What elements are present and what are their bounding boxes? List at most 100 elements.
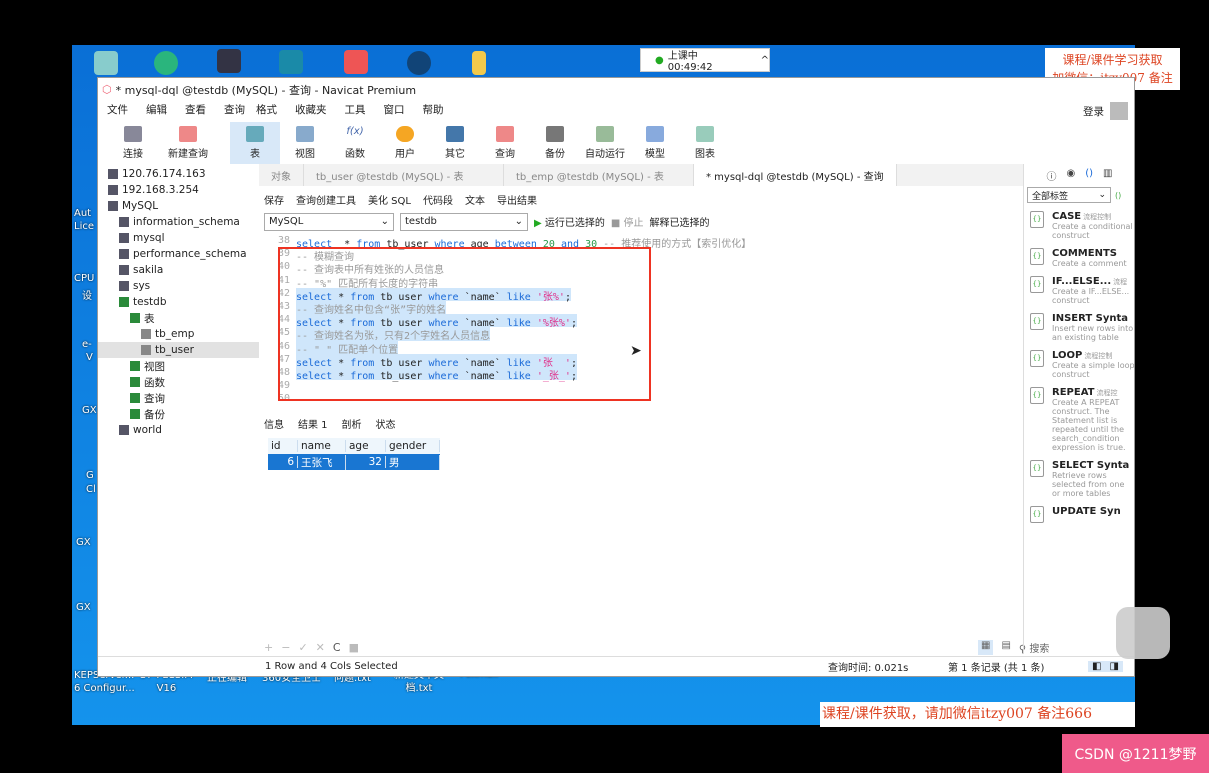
cancel-icon[interactable]: ✕ <box>316 641 325 654</box>
app-icon[interactable] <box>279 50 303 74</box>
tree-item[interactable]: 表 <box>98 310 259 326</box>
explain-selected-button[interactable]: 解释已选择的 <box>650 214 710 229</box>
tab-tb-emp[interactable]: tb_emp @testdb (MySQL) - 表 <box>504 164 694 186</box>
table-row[interactable]: 6 王张飞 32 男 <box>268 454 440 470</box>
menu-file[interactable]: 文件 <box>98 102 137 122</box>
tree-item[interactable]: 视图 <box>98 358 259 374</box>
table-cell[interactable]: 王张飞 <box>298 454 346 470</box>
delete-row-icon[interactable]: − <box>281 641 290 654</box>
database-select[interactable]: testdb ⌄ <box>400 212 528 231</box>
tree-item[interactable]: 函数 <box>98 374 259 390</box>
tree-item[interactable]: tb_emp <box>98 326 259 342</box>
query-builder-button[interactable]: 查询创建工具 <box>296 192 356 207</box>
tree-item[interactable]: information_schema <box>98 214 259 230</box>
menu-help[interactable]: 帮助 <box>414 102 453 122</box>
snippet-item[interactable]: {} LOOP 流程控制 Create a simple loop construct <box>1030 350 1135 379</box>
table-button[interactable]: 表 <box>230 122 280 164</box>
connection-select[interactable]: MySQL ⌄ <box>264 212 394 231</box>
desktop-label[interactable]: 设 <box>82 287 92 302</box>
chart-button[interactable]: 图表 <box>680 122 730 164</box>
tab-profile[interactable]: 剖析 <box>342 416 362 431</box>
snippet-icon[interactable]: () <box>1085 168 1093 183</box>
tree-item[interactable]: performance_schema <box>98 246 259 262</box>
new-query-button[interactable]: 新建查询 <box>158 122 218 164</box>
connect-button[interactable]: 连接 <box>108 122 158 164</box>
video-play-button[interactable] <box>1116 607 1170 659</box>
snippet-item[interactable]: {} SELECT Synta Retrieve rows selected fro… <box>1030 460 1135 498</box>
beautify-sql-button[interactable]: 美化 SQL <box>368 192 411 207</box>
avatar[interactable] <box>1110 102 1128 120</box>
table-cell[interactable]: 男 <box>386 454 440 470</box>
toggle-right-panel-icon[interactable]: ◨ <box>1105 661 1123 672</box>
info-icon[interactable]: ⓘ <box>1047 168 1057 183</box>
menu-tools[interactable]: 工具 <box>336 102 375 122</box>
menu-format[interactable]: 格式 <box>247 102 286 122</box>
snippet-item[interactable]: {} COMMENTS Create a comment <box>1030 248 1135 268</box>
snippet-item[interactable]: {} IF...ELSE... 流程 Create a IF...ELSE... co… <box>1030 276 1135 305</box>
desktop-label[interactable]: GX <box>76 537 91 548</box>
export-result-button[interactable]: 导出结果 <box>497 192 537 207</box>
menu-favorites[interactable]: 收藏夹 <box>286 102 336 122</box>
snippet-item[interactable]: {} CASE 流程控制 Create a conditional construct <box>1030 211 1135 240</box>
table-cell[interactable]: 6 <box>268 456 298 468</box>
desktop-label[interactable]: G <box>86 470 94 481</box>
add-snippet-icon[interactable]: () <box>1115 191 1121 200</box>
snippet-item[interactable]: {} REPEAT 流程控 Create A REPEAT construct. Th… <box>1030 387 1135 452</box>
function-button[interactable]: f(x) 函数 <box>330 122 380 164</box>
backup-button[interactable]: 备份 <box>530 122 580 164</box>
tree-item[interactable]: testdb <box>98 294 259 310</box>
tab-objects[interactable]: 对象 <box>259 164 304 186</box>
desktop-label[interactable]: Lice <box>74 221 94 232</box>
save-button[interactable]: 保存 <box>264 192 284 207</box>
snippet-item[interactable]: {} INSERT Synta Insert new rows into an ex… <box>1030 313 1135 342</box>
app-icon[interactable] <box>344 50 368 74</box>
view-button[interactable]: 视图 <box>280 122 330 164</box>
other-button[interactable]: 其它 <box>430 122 480 164</box>
stop-button[interactable]: ■ 停止 <box>611 214 644 229</box>
apply-icon[interactable]: ✓ <box>298 641 307 654</box>
tree-item[interactable]: sys <box>98 278 259 294</box>
table-cell[interactable]: 32 <box>346 456 386 468</box>
refresh-icon[interactable]: C <box>333 641 341 654</box>
tab-tb-user[interactable]: tb_user @testdb (MySQL) - 表 <box>304 164 504 186</box>
desktop-label[interactable]: GX <box>82 405 97 416</box>
computer-icon[interactable] <box>94 51 118 75</box>
menu-window[interactable]: 窗口 <box>375 102 414 122</box>
code-snippet-button[interactable]: 代码段 <box>423 192 453 207</box>
desktop-label[interactable]: e- <box>82 339 92 350</box>
query-button[interactable]: 查询 <box>480 122 530 164</box>
tree-item[interactable]: 备份 <box>98 406 259 422</box>
tia-portal-icon[interactable] <box>217 49 241 73</box>
desktop-label[interactable]: CPU <box>74 273 94 284</box>
menu-edit[interactable]: 编辑 <box>137 102 176 122</box>
desktop-label[interactable]: Cl <box>86 484 96 495</box>
layout-icon[interactable]: ▥ <box>1103 168 1112 183</box>
edge-icon[interactable] <box>154 51 178 75</box>
form-view-icon[interactable]: ▤ <box>1001 640 1010 655</box>
grid-view-icon[interactable]: ▦ <box>978 640 994 655</box>
automation-button[interactable]: 自动运行 <box>580 122 630 164</box>
desktop-label[interactable]: GX <box>76 602 91 613</box>
tree-item[interactable]: sakila <box>98 262 259 278</box>
toggle-left-panel-icon[interactable]: ◧ <box>1088 661 1106 672</box>
stop-icon[interactable]: ■ <box>349 641 359 654</box>
tag-filter-select[interactable]: 全部标签 ⌄ <box>1027 187 1111 203</box>
login-area[interactable]: 登录 <box>1083 102 1128 120</box>
run-selected-button[interactable]: ▶ 运行已选择的 <box>534 214 605 229</box>
menu-query[interactable]: 查询 <box>215 102 247 122</box>
user-button[interactable]: 用户 <box>380 122 430 164</box>
column-header[interactable]: gender <box>386 440 440 452</box>
kepserver-icon[interactable] <box>407 51 431 75</box>
tree-item[interactable]: MySQL <box>98 198 259 214</box>
tab-info[interactable]: 信息 <box>264 416 284 431</box>
tab-status[interactable]: 状态 <box>376 416 396 431</box>
desktop-label[interactable]: Aut <box>74 208 91 219</box>
tree-item[interactable]: tb_user <box>98 342 259 358</box>
tab-mysql-dql-query[interactable]: * mysql-dql @testdb (MySQL) - 查询 <box>694 164 897 186</box>
column-header[interactable]: id <box>268 440 298 452</box>
tree-item[interactable]: 192.168.3.254 <box>98 182 259 198</box>
csdn-badge[interactable]: CSDN @1211梦野 <box>1062 734 1209 773</box>
tree-item[interactable]: 120.76.174.163 <box>98 166 259 182</box>
menu-view[interactable]: 查看 <box>176 102 215 122</box>
model-button[interactable]: 模型 <box>630 122 680 164</box>
